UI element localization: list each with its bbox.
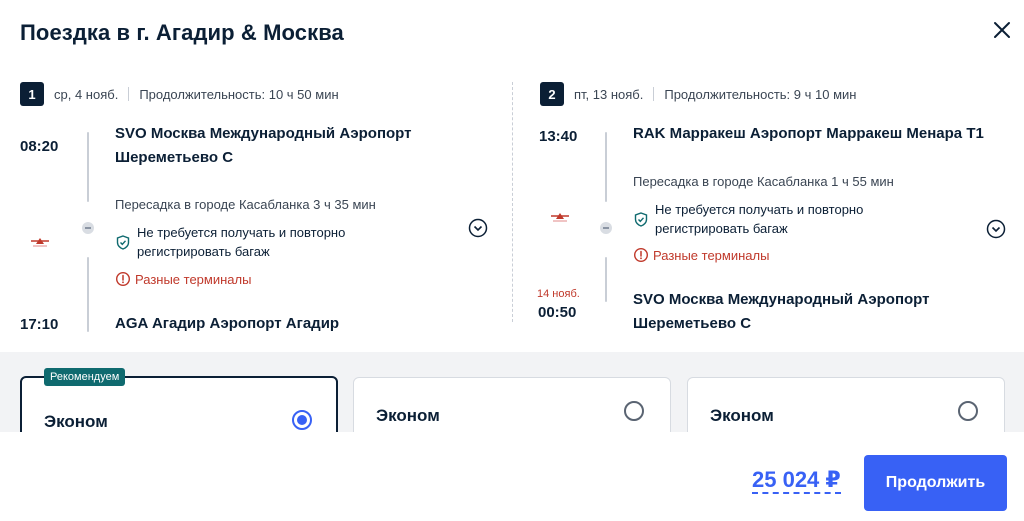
leg-duration: Продолжительность: 10 ч 50 мин [139,86,339,102]
fare-card-economy[interactable]: Эконом [353,377,671,432]
fare-card-economy-recommended[interactable]: Рекомендуем Эконом [20,368,338,432]
notice-line: Не требуется получать и повторно [137,225,346,240]
header-separator [653,87,655,101]
arrival-time: 00:50 [538,304,577,321]
route-line [605,257,607,302]
leg-header: 2 пт, 13 нояб. Продолжительность: 9 ч 10… [540,82,856,106]
airport-line: Шереметьево С [115,149,234,166]
notice-line: Не требуется получать и повторно [655,202,864,217]
departure-time: 13:40 [539,128,578,145]
total-price[interactable]: 25 024 ₽ [752,468,841,494]
legs-divider [512,82,513,322]
chevron-down-icon[interactable] [986,219,1006,239]
fare-radio[interactable] [958,401,978,421]
leg-header: 1 ср, 4 нояб. Продолжительность: 10 ч 50… [20,82,339,106]
airport-line: SVO Москва Международный Аэропорт [115,125,412,142]
route-line [87,132,89,202]
fare-name: Эконом [376,406,440,425]
leg-number: 2 [540,82,564,106]
route-line [87,257,89,332]
transfer-info: Пересадка в городе Касабланка 1 ч 55 мин [633,174,894,189]
shield-check-icon [116,235,130,250]
stop-dot-icon [600,222,612,234]
terminal-warning: Разные терминалы [115,271,251,287]
arrival-date: 14 нояб. [537,288,580,300]
fare-card-economy[interactable]: Эконом [687,377,1005,432]
notice-line: регистрировать багаж [137,244,270,259]
chevron-down-icon[interactable] [468,218,488,238]
warning-icon [633,247,649,263]
airport-line: SVO Москва Международный Аэропорт [633,291,930,308]
airline-logo-icon [31,238,49,247]
terminal-warning: Разные терминалы [633,247,769,263]
stop-dot-icon [82,222,94,234]
shield-check-icon [634,212,648,227]
warning-text: Разные терминалы [653,247,770,263]
leg-date: пт, 13 нояб. [574,86,644,102]
leg-1: 1 ср, 4 нояб. Продолжительность: 10 ч 50… [20,82,510,352]
fare-options: Рекомендуем Эконом Эконом Эконом [0,352,1024,432]
arrival-airport: SVO Москва Международный Аэропорт Шереме… [633,288,929,336]
airport-line: AGA Агадир Аэропорт Агадир [115,315,340,332]
close-icon[interactable] [990,18,1014,42]
baggage-notice: Не требуется получать и повторно регистр… [633,200,863,238]
baggage-notice: Не требуется получать и повторно регистр… [115,223,345,261]
notice-line: регистрировать багаж [655,221,788,236]
route-line [605,132,607,202]
modal-footer: 25 024 ₽ Продолжить [0,432,1024,521]
fare-name: Эконом [44,412,108,431]
leg-date: ср, 4 нояб. [54,86,119,102]
fare-radio[interactable] [292,410,312,430]
header-separator [128,87,130,101]
warning-icon [115,271,131,287]
airport-line: RAK Марракеш Аэропорт Марракеш Менара T1 [633,125,984,142]
departure-airport: RAK Марракеш Аэропорт Марракеш Менара T1 [633,122,984,146]
transfer-info: Пересадка в городе Касабланка 3 ч 35 мин [115,197,376,212]
departure-airport: SVO Москва Международный Аэропорт Шереме… [115,122,411,170]
airport-line: Шереметьево С [633,315,752,332]
airline-logo-icon [551,213,569,222]
modal-title: Поездка в г. Агадир & Москва [20,20,344,45]
recommended-badge: Рекомендуем [44,368,126,386]
continue-button[interactable]: Продолжить [864,455,1007,511]
arrival-time: 17:10 [20,316,59,333]
leg-number: 1 [20,82,44,106]
arrival-airport: AGA Агадир Аэропорт Агадир [115,312,339,336]
leg-duration: Продолжительность: 9 ч 10 мин [664,86,857,102]
leg-2: 2 пт, 13 нояб. Продолжительность: 9 ч 10… [537,82,1010,352]
warning-text: Разные терминалы [135,271,252,287]
fare-radio[interactable] [624,401,644,421]
fare-name: Эконом [710,406,774,425]
departure-time: 08:20 [20,138,59,155]
